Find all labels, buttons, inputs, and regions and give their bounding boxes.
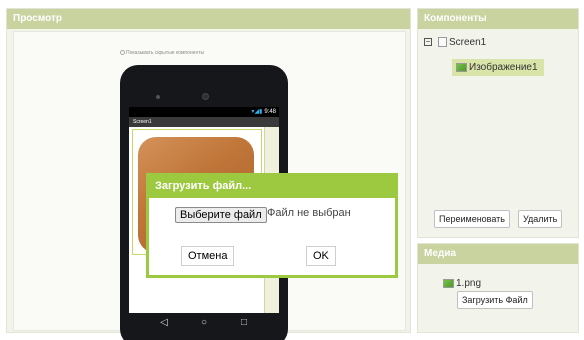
components-title: Компоненты bbox=[418, 9, 578, 29]
tree-item-image1[interactable]: Изображение1 bbox=[452, 59, 544, 76]
choose-file-button[interactable]: Выберите файл bbox=[175, 207, 267, 223]
file-status-text: Файл не выбран bbox=[267, 207, 351, 219]
status-bar: ▾◢▮ 9:48 bbox=[129, 107, 279, 117]
upload-file-button[interactable]: Загрузить Файл bbox=[457, 291, 533, 309]
viewer-panel: Просмотр Показывать скрытые компоненты ▾… bbox=[6, 8, 411, 340]
tree-item-label: Screen1 bbox=[449, 37, 487, 48]
ok-button[interactable]: OK bbox=[306, 246, 336, 266]
collapse-icon[interactable]: − bbox=[424, 38, 432, 47]
home-icon: ○ bbox=[200, 317, 208, 328]
show-hidden-label: Показывать скрытые компоненты bbox=[126, 50, 205, 56]
tree-item-screen1[interactable]: − Screen1 bbox=[424, 37, 486, 48]
show-hidden-toggle[interactable]: Показывать скрытые компоненты bbox=[120, 50, 204, 56]
show-hidden-checkbox[interactable] bbox=[120, 50, 125, 56]
phone-speaker bbox=[156, 95, 160, 99]
dialog-title: Загрузить файл... bbox=[149, 176, 395, 198]
media-title: Медиа bbox=[418, 244, 578, 264]
media-panel: Медиа 1.png Загрузить Файл bbox=[417, 243, 579, 333]
back-icon: ◁ bbox=[160, 317, 168, 328]
media-file-name: 1.png bbox=[456, 278, 482, 289]
delete-button[interactable]: Удалить bbox=[518, 210, 563, 228]
upload-file-dialog: Загрузить файл... Выберите файл Файл не … bbox=[146, 173, 398, 278]
status-time: 9:48 bbox=[264, 109, 276, 115]
screen-title-bar: Screen1 bbox=[129, 117, 279, 127]
rename-button[interactable]: Переименовать bbox=[434, 210, 510, 228]
image-file-icon bbox=[443, 278, 454, 288]
phone-camera bbox=[202, 93, 209, 100]
image-icon bbox=[456, 62, 467, 72]
recents-icon: □ bbox=[240, 317, 248, 328]
screen-icon bbox=[438, 37, 447, 48]
components-panel: Компоненты − Screen1 Изображение1 Переиме… bbox=[417, 8, 579, 238]
viewer-title: Просмотр bbox=[7, 9, 410, 29]
cancel-button[interactable]: Отмена bbox=[181, 246, 235, 266]
wifi-signal-battery-icon: ▾◢▮ bbox=[251, 109, 263, 115]
tree-item-label: Изображение1 bbox=[469, 62, 538, 73]
media-file-item[interactable]: 1.png bbox=[443, 278, 481, 289]
android-nav-bar: ◁ ○ □ bbox=[129, 315, 279, 335]
